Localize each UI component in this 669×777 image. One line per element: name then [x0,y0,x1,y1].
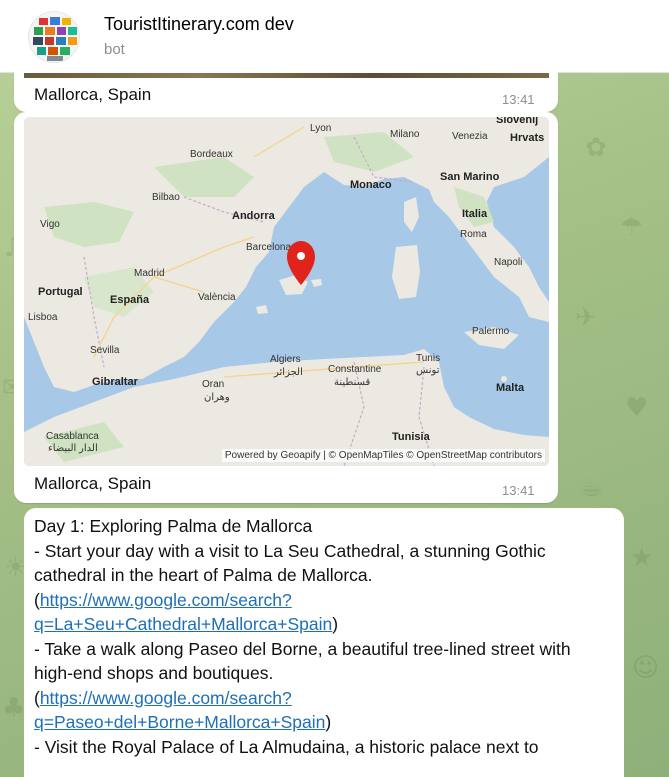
map-label-barcelona: Barcelona [246,242,291,253]
map-graphic: Lyon Milano Venezia Slovenij Hrvats Bord… [24,117,549,466]
map-label-italia: Italia [462,208,488,220]
doodle-icon: ★ [630,543,654,573]
map-label-constantine: Constantine [328,364,382,375]
map-label-bilbao: Bilbao [152,192,180,203]
map-label-palermo: Palermo [472,326,510,337]
map-label-tunisia: Tunisia [392,431,431,443]
map-label-tunis: Tunis [416,353,440,364]
doodle-icon: ♥ [625,393,649,423]
itinerary-item-link-line: (https://www.google.com/search? q=La+Seu+… [34,589,339,635]
doodle-icon: ☂ [620,213,644,243]
itinerary-item-link-line: (https://www.google.com/search? q=Paseo+d… [34,687,332,733]
chat-subtitle: bot [104,41,125,58]
map-label-casablanca-arabic: الدار البيضاء [48,443,98,454]
map-label-madrid: Madrid [134,268,165,279]
map-label-lyon: Lyon [310,123,331,134]
map-label-lisboa: Lisboa [28,312,58,323]
map-label-espana: España [110,294,150,306]
map-label-san-marino: San Marino [440,171,500,183]
doodle-icon: ☺ [632,653,660,683]
map-attribution[interactable]: Powered by Geoapify | © OpenMapTiles © O… [221,449,545,462]
map-label-bordeaux: Bordeaux [190,149,233,160]
map-label-napoli: Napoli [494,257,522,268]
map-timestamp: 13:41 [502,483,535,498]
map-label-venezia: Venezia [452,131,488,142]
avatar-collage-icon [29,12,79,62]
itinerary-message[interactable]: Day 1: Exploring Palma de Mallorca - Sta… [24,508,624,777]
location-map[interactable]: Lyon Milano Venezia Slovenij Hrvats Bord… [24,117,549,466]
map-label-valencia: València [198,292,236,303]
map-label-oran-arabic: وهران [204,392,230,403]
map-label-portugal: Portugal [38,286,83,298]
map-label-monaco: Monaco [350,179,392,191]
paseo-del-borne-search-link[interactable]: https://www.google.com/search? q=Paseo+de… [34,688,325,733]
map-label-algiers: Algiers [270,354,301,365]
map-label-sevilla: Sevilla [90,345,120,356]
map-label-casablanca: Casablanca [46,431,99,442]
itinerary-item-text: - Visit the Royal Palace of La Almudaina… [34,736,539,757]
map-label-malta: Malta [496,382,525,394]
la-seu-search-link[interactable]: https://www.google.com/search? q=La+Seu+C… [34,590,332,635]
chat-header[interactable]: TouristItinerary.com dev bot [0,0,669,73]
map-label-roma: Roma [460,229,487,240]
map-label-vigo: Vigo [40,219,60,230]
itinerary-item-text: - Take a walk along Paseo del Borne, a b… [34,638,571,684]
doodle-icon: ☕ [580,473,604,503]
map-label-milano: Milano [390,129,420,140]
photo-thumbnail[interactable] [24,73,549,78]
map-label-andorra: Andorra [232,210,276,222]
map-label-constantine-arabic: قسنطينة [334,377,371,388]
map-label-tunis-arabic: تونس [416,365,440,376]
map-label-oran: Oran [202,379,224,390]
map-label-gibraltar: Gibraltar [92,376,139,388]
chat-title: TouristItinerary.com dev [104,14,294,34]
doodle-icon: ♣ [2,693,26,723]
map-label-hrvatska: Hrvats [510,132,544,144]
doodle-icon: ✿ [585,133,607,163]
map-label-slovenija: Slovenij [496,117,538,126]
itinerary-day-title: Day 1: Exploring Palma de Mallorca [34,516,313,536]
photo-caption: Mallorca, Spain [34,85,152,104]
map-label-algiers-arabic: الجزائر [273,367,303,378]
itinerary-item-text: - Start your day with a visit to La Seu … [34,540,546,586]
photo-timestamp: 13:41 [502,92,535,107]
doodle-icon: ✈ [575,303,597,333]
bot-avatar[interactable] [28,11,80,63]
map-caption: Mallorca, Spain [34,474,152,493]
